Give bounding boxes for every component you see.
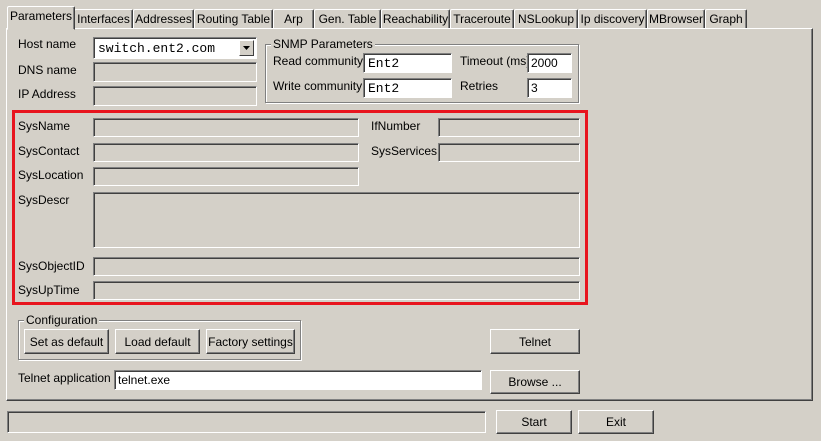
sysservices-field bbox=[438, 143, 580, 162]
snmp-parameters-title: SNMP Parameters bbox=[271, 37, 375, 51]
syscontact-label: SysContact bbox=[18, 144, 80, 158]
sysdescr-field bbox=[93, 192, 580, 248]
sysuptime-label: SysUpTime bbox=[18, 283, 80, 297]
retries-label: Retries bbox=[460, 79, 499, 93]
timeout-input[interactable]: 2000 bbox=[527, 53, 572, 73]
tab-reachability[interactable]: Reachability bbox=[381, 9, 450, 29]
tab-parameters[interactable]: Parameters bbox=[7, 6, 75, 30]
sysname-label: SysName bbox=[18, 119, 71, 133]
tab-arp[interactable]: Arp bbox=[273, 9, 314, 29]
start-button[interactable]: Start bbox=[496, 410, 572, 434]
sysobjectid-field bbox=[93, 257, 580, 276]
syscontact-field bbox=[93, 143, 359, 162]
syslocation-label: SysLocation bbox=[18, 168, 84, 182]
timeout-label: Timeout (ms) bbox=[460, 54, 531, 68]
ip-address-field bbox=[93, 86, 257, 106]
host-name-label: Host name bbox=[18, 37, 77, 51]
sysservices-label: SysServices bbox=[371, 144, 438, 158]
tab-nslookup[interactable]: NSLookup bbox=[514, 9, 578, 29]
load-default-button[interactable]: Load default bbox=[115, 329, 200, 354]
exit-button[interactable]: Exit bbox=[578, 410, 654, 434]
browse-button[interactable]: Browse ... bbox=[490, 370, 580, 394]
sysuptime-field bbox=[93, 281, 580, 300]
tab-interfaces[interactable]: Interfaces bbox=[74, 9, 133, 29]
sysobjectid-label: SysObjectID bbox=[18, 259, 85, 273]
factory-settings-button[interactable]: Factory settings bbox=[206, 329, 295, 354]
sysname-field bbox=[93, 118, 359, 137]
tab-addresses[interactable]: Addresses bbox=[133, 9, 194, 29]
telnet-application-label: Telnet application bbox=[18, 371, 111, 385]
telnet-application-input[interactable]: telnet.exe bbox=[114, 370, 482, 390]
tab-routing-table[interactable]: Routing Table bbox=[194, 9, 273, 29]
host-name-combobox[interactable]: switch.ent2.com bbox=[93, 37, 257, 59]
tab-mbrowser[interactable]: MBrowser bbox=[647, 9, 705, 29]
sysdescr-label: SysDescr bbox=[18, 193, 70, 207]
tab-traceroute[interactable]: Traceroute bbox=[450, 9, 514, 29]
tab-ip-discovery[interactable]: Ip discovery bbox=[578, 9, 647, 29]
dns-name-field bbox=[93, 62, 257, 82]
chevron-down-icon[interactable] bbox=[239, 40, 254, 56]
write-community-label: Write community bbox=[273, 79, 363, 93]
write-community-input[interactable]: Ent2 bbox=[363, 78, 452, 98]
status-bar bbox=[7, 411, 486, 433]
read-community-label: Read community bbox=[273, 54, 364, 68]
syslocation-field bbox=[93, 167, 359, 186]
read-community-input[interactable]: Ent2 bbox=[363, 53, 452, 73]
dns-name-label: DNS name bbox=[18, 63, 77, 77]
telnet-button[interactable]: Telnet bbox=[490, 329, 580, 354]
ifnumber-field bbox=[438, 118, 580, 137]
tab-gen-table[interactable]: Gen. Table bbox=[314, 9, 381, 29]
ifnumber-label: IfNumber bbox=[371, 119, 421, 133]
host-name-value: switch.ent2.com bbox=[98, 41, 216, 56]
configuration-title: Configuration bbox=[24, 313, 100, 327]
retries-input[interactable]: 3 bbox=[527, 78, 572, 98]
ip-address-label: IP Address bbox=[18, 87, 76, 101]
set-as-default-button[interactable]: Set as default bbox=[24, 329, 109, 354]
tab-graph[interactable]: Graph bbox=[705, 9, 747, 29]
